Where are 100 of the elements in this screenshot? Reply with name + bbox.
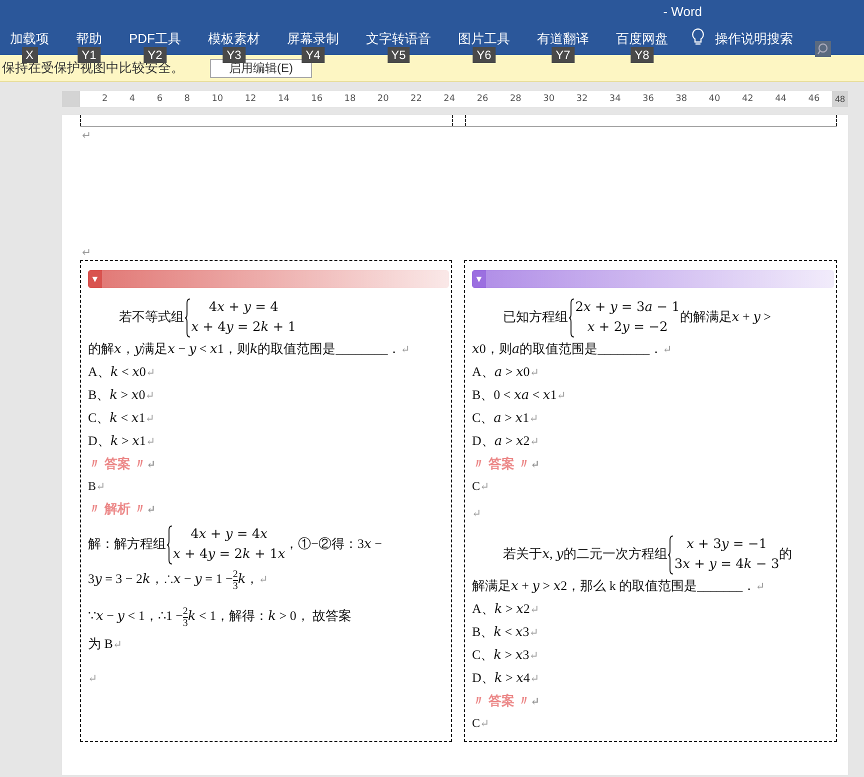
ruler-number: 30 (543, 94, 555, 104)
enable-editing-button[interactable]: 启用编辑(E) (210, 59, 312, 78)
paragraph-mark: ↵ (146, 436, 156, 448)
window-title: - Word (663, 4, 702, 18)
ruler-number: 44 (775, 94, 787, 104)
paragraph-mark: ↵ (530, 436, 540, 448)
paragraph-mark: ↵ (258, 574, 268, 586)
math-text: C、𝑘 > 𝑥3 (472, 647, 530, 662)
ruler-number: 4 (129, 94, 136, 104)
keytip-badge: Y5 (387, 46, 410, 62)
equation-line: 𝑥 + 4𝑦 = 2𝑘 + 1𝑥 (173, 546, 286, 564)
brace-icon (667, 535, 674, 575)
section-heading: 〃 答案 〃 (472, 456, 530, 471)
math-text: ∵𝑥 − 𝑦 < 1，∴1 − (88, 608, 183, 623)
equation-line: 𝑥 + 3𝑦 = −1 (686, 536, 768, 554)
paragraph-mark: ↵ (146, 504, 156, 516)
ruler-number: 18 (344, 94, 356, 104)
paragraph-mark: ↵ (530, 696, 540, 708)
math-text: 𝑘， (238, 571, 259, 586)
math-text: 若关于𝑥, 𝑦的二元一次方程组 (503, 546, 668, 561)
ribbon-tab[interactable]: 图片工具 (458, 30, 510, 48)
equation-line: 3𝑥 + 𝑦 = 4𝑘 − 3 (674, 556, 780, 574)
equation-line: 𝑥 + 4𝑦 = 2𝑘 + 1 (191, 319, 296, 337)
paragraph-mark: ↵ (472, 508, 482, 520)
ribbon-tab[interactable]: 模板素材 (208, 30, 260, 48)
ruler-number: 22 (410, 94, 422, 104)
paragraph-mark: ↵ (662, 344, 672, 356)
paragraph-mark: ↵ (146, 367, 156, 379)
math-text: 的解满足𝑥 + 𝑦 > (680, 308, 771, 324)
equation-line: 4𝑥 + 𝑦 = 4 (208, 299, 278, 317)
ruler-number: 26 (476, 94, 488, 104)
math-text: D、𝑘 > 𝑥1 (88, 433, 146, 448)
keytip-badge: Y2 (144, 46, 166, 62)
math-text: 为 B (88, 636, 113, 651)
paragraph-mark: ↵ (480, 481, 490, 493)
ribbon-tab[interactable]: 百度网盘 (616, 30, 668, 48)
ruler-number: 48 (834, 94, 846, 104)
math-text: 解：解方程组 (88, 536, 166, 551)
ruler-number: 14 (278, 94, 290, 104)
ribbon-tab[interactable]: 有道翻译 (537, 30, 589, 48)
paragraph-mark: ↵ (145, 413, 154, 425)
keytip-badge: Y6 (472, 46, 496, 62)
paragraph-mark: ↵ (530, 459, 540, 471)
math-text: 已知方程组 (503, 308, 568, 324)
math-text: C、𝑎 > 𝑥1 (472, 410, 530, 425)
equation-line: 2𝑥 + 𝑦 = 3𝑎 − 1 (575, 299, 680, 317)
ruler-number: 10 (212, 94, 224, 104)
paragraph-mark: ↵ (530, 604, 540, 616)
paragraph-mark: ↵ (146, 459, 156, 471)
math-text: C (472, 479, 480, 493)
keytip-badge: Y7 (552, 46, 574, 62)
paragraph-mark: ↵ (145, 390, 154, 402)
ribbon-tab[interactable]: 文字转语音 (366, 30, 431, 48)
ruler-number: 40 (708, 94, 720, 104)
keytip-badge: X (22, 46, 38, 62)
math-text: B、0 < 𝑥𝑎 < 𝑥1 (472, 387, 557, 402)
collapse-toggle[interactable]: ▼ (472, 270, 486, 288)
equation-line: 𝑥 + 2𝑦 = −2 (587, 319, 668, 337)
ruler-number: 24 (444, 94, 456, 104)
math-text: A、𝑎 > 𝑥0 (472, 364, 530, 379)
ruler-number: 16 (311, 94, 323, 104)
lightbulb-icon (691, 28, 705, 46)
math-text: 𝑘 < 1，解得：𝑘 > 0， 故答案 (188, 608, 352, 623)
math-text: A、𝑘 < 𝑥0 (88, 364, 146, 379)
ruler-number: 2 (102, 94, 108, 104)
math-text: B (88, 479, 96, 493)
ruler-number: 42 (742, 94, 754, 104)
paragraph-mark: ↵ (96, 481, 106, 493)
math-text: 𝑥0，则𝑎的取值范围是________． (472, 341, 663, 356)
math-text: D、𝑘 > 𝑥4 (472, 670, 530, 685)
brace-icon (568, 298, 576, 338)
paragraph-mark: ↵ (556, 390, 566, 402)
brace-icon (166, 525, 173, 565)
math-text: 的解𝑥，𝑦满足𝑥 − 𝑦 < 𝑥1，则𝑘的取值范围是________． (88, 341, 401, 356)
ribbon-tab[interactable]: 帮助 (76, 30, 102, 48)
ruler-number: 8 (184, 94, 190, 104)
ribbon-tab[interactable]: PDF工具 (129, 30, 181, 48)
ruler-number: 34 (609, 94, 621, 104)
fraction: 2 3 (182, 606, 188, 629)
ruler-number: 38 (676, 94, 688, 104)
math-text: 解满足𝑥 + 𝑦 > 𝑥2，那么 k 的取值范围是_______． (472, 578, 756, 593)
section-heading: 〃 答案 〃 (472, 693, 530, 708)
section-heading: 〃 解析 〃 (88, 501, 146, 516)
fraction: 2 3 (232, 568, 238, 592)
brace-icon (184, 298, 192, 338)
paragraph-mark: ↵ (82, 246, 92, 259)
collapse-toggle[interactable]: ▼ (88, 270, 102, 288)
keytip-badge: Y1 (78, 46, 100, 62)
math-text: B、𝑘 < 𝑥3 (472, 624, 530, 639)
paragraph-mark: ↵ (529, 413, 538, 425)
section-heading: 〃 答案 〃 (88, 456, 146, 471)
ruler-number: 28 (510, 94, 522, 104)
ribbon-tab[interactable]: 屏幕录制 (287, 30, 339, 48)
paragraph-mark: ↵ (530, 367, 540, 379)
ribbon-tab[interactable]: 加载项 (10, 30, 49, 48)
tell-me-search[interactable]: 操作说明搜索 (715, 30, 793, 48)
math-text: D、𝑎 > 𝑥2 (472, 433, 530, 448)
paragraph-mark: ↵ (529, 650, 538, 662)
keytip-badge: Y3 (222, 46, 246, 62)
ruler[interactable]: 2 4 6 8 10 12 14 16 18 20 22 24 26 28 30 32 34 36 38 40 42 44 46 (80, 91, 832, 107)
